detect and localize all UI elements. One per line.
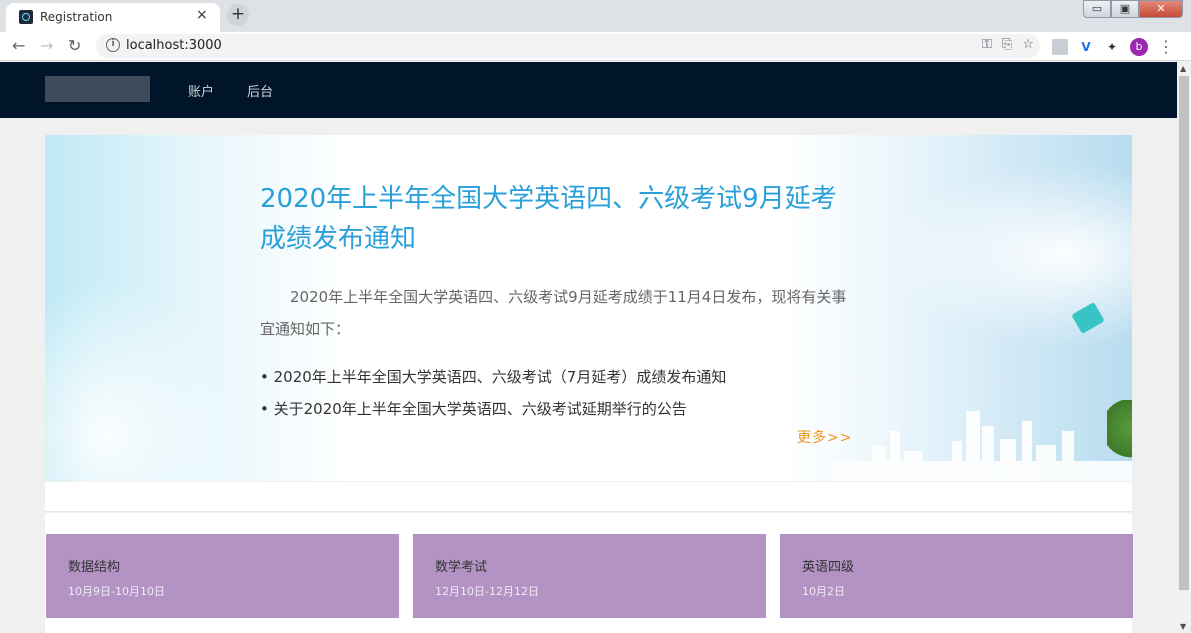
card-date: 10月2日	[802, 585, 845, 598]
banner-intro: 2020年上半年全国大学英语四、六级考试9月延考成绩于11月4日发布，现将有关事…	[260, 288, 847, 338]
vue-devtools-icon[interactable]: V	[1078, 39, 1094, 55]
card-title: 数据结构	[68, 560, 121, 575]
card-date: 12月10日-12月12日	[435, 585, 539, 598]
extension-icon[interactable]	[1052, 38, 1068, 55]
back-arrow-icon[interactable]: ←	[12, 36, 25, 55]
react-icon	[19, 10, 33, 24]
forward-arrow-icon[interactable]: →	[40, 36, 53, 55]
scroll-up-icon[interactable]: ▲	[1180, 64, 1186, 73]
banner-title: 2020年上半年全国大学英语四、六级考试9月延考成绩发布通知	[260, 184, 837, 254]
cube-decoration	[1071, 301, 1105, 335]
tree-decoration	[1107, 400, 1132, 470]
page-content: 账户 后台 2020年上半年全国大学英语四、六级考试9月延考成绩发布通知 202…	[0, 62, 1177, 633]
nav-item-account[interactable]: 账户	[188, 81, 214, 100]
maximize-button[interactable]: ▣	[1111, 0, 1139, 18]
translate-icon[interactable]: ⎘	[1002, 37, 1012, 52]
card-title: 英语四级	[802, 560, 855, 575]
exam-card[interactable]: 数学考试 12月10日-12月12日	[413, 534, 766, 618]
notice-link[interactable]: 2020年上半年全国大学英语四、六级考试（7月延考）成绩发布通知	[260, 361, 727, 393]
exam-card[interactable]: 英语四级 10月2日	[780, 534, 1133, 618]
browser-tab[interactable]: Registration ×	[6, 3, 220, 32]
scroll-thumb[interactable]	[1179, 76, 1189, 590]
section-divider	[45, 482, 1132, 512]
browser-titlebar: Registration × + ▭ ▣ ✕	[0, 0, 1191, 32]
card-date: 10月9日-10月10日	[68, 585, 165, 598]
city-skyline-illustration	[832, 411, 1132, 481]
minimize-button[interactable]: ▭	[1083, 0, 1111, 18]
window-controls: ▭ ▣ ✕	[1083, 0, 1183, 18]
more-menu-icon[interactable]: ⋮	[1158, 37, 1174, 56]
close-icon[interactable]: ×	[196, 7, 208, 23]
star-icon[interactable]: ☆	[1022, 37, 1034, 52]
exam-cards: 数据结构 10月9日-10月10日 数学考试 12月10日-12月12日 英语四…	[45, 513, 1133, 633]
notice-link[interactable]: 关于2020年上半年全国大学英语四、六级考试延期举行的公告	[260, 393, 726, 425]
url-text[interactable]: localhost:3000	[126, 38, 222, 53]
logo[interactable]	[45, 76, 150, 102]
more-link[interactable]: 更多>>	[797, 427, 852, 447]
exam-card[interactable]: 数据结构 10月9日-10月10日	[46, 534, 399, 618]
address-bar[interactable]: i localhost:3000 ⚿ ⎘ ☆	[96, 34, 1040, 58]
card-title: 数学考试	[435, 560, 488, 575]
info-icon[interactable]: i	[106, 38, 120, 52]
notice-links: 2020年上半年全国大学英语四、六级考试（7月延考）成绩发布通知 关于2020年…	[260, 361, 727, 425]
tab-title: Registration	[40, 10, 113, 24]
reload-icon[interactable]: ↻	[68, 36, 81, 55]
window-close-button[interactable]: ✕	[1139, 0, 1183, 18]
puzzle-icon[interactable]: ✦	[1104, 39, 1120, 55]
key-icon[interactable]: ⚿	[982, 37, 992, 52]
profile-avatar[interactable]: b	[1130, 37, 1148, 56]
new-tab-button[interactable]: +	[227, 4, 249, 26]
browser-toolbar: ← → ↻ i localhost:3000 ⚿ ⎘ ☆ V ✦ b ⋮	[0, 32, 1191, 61]
nav-item-admin[interactable]: 后台	[247, 81, 273, 100]
top-navbar: 账户 后台	[0, 62, 1177, 118]
notice-banner: 2020年上半年全国大学英语四、六级考试9月延考成绩发布通知 2020年上半年全…	[45, 135, 1132, 481]
vertical-scrollbar[interactable]: ▲ ▼	[1177, 62, 1191, 633]
scroll-down-icon[interactable]: ▼	[1180, 622, 1186, 631]
